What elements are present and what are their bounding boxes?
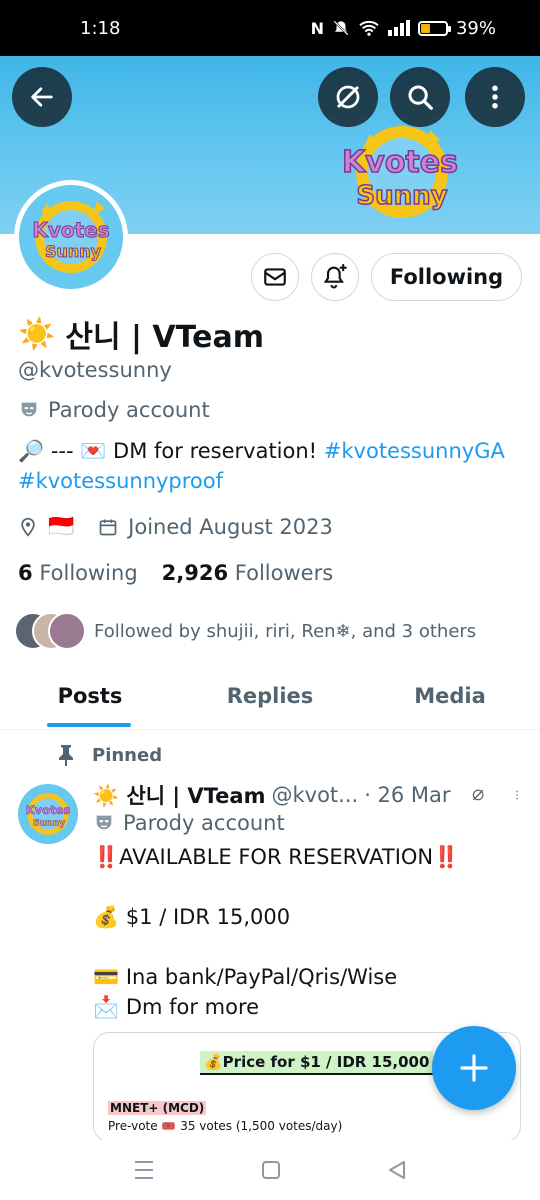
following-label: Following	[39, 561, 138, 585]
mail-icon	[264, 268, 286, 286]
nfc-icon: N	[310, 18, 324, 38]
card-price-title: 💰Price for $1 / IDR 15,000	[200, 1051, 434, 1075]
grok-icon	[336, 85, 360, 109]
grok-icon[interactable]	[471, 782, 485, 808]
tab-indicator	[47, 723, 131, 727]
avatar-logo-text-2: Sunny	[45, 242, 102, 261]
plus-icon	[460, 1054, 488, 1082]
tweet-parody-label: Parody account	[93, 811, 285, 835]
grok-button[interactable]	[318, 67, 378, 127]
profile-bio: 🔎 --- 💌 DM for reservation! #kvotessunny…	[18, 436, 528, 496]
tweet-author-name[interactable]: ☀️ 산니 | VTeam	[93, 780, 265, 810]
back-icon[interactable]	[386, 1159, 408, 1181]
back-button[interactable]	[12, 67, 72, 127]
follower-avatars	[14, 612, 86, 650]
tweet-line	[93, 932, 459, 962]
following-count: 6	[18, 561, 33, 585]
back-arrow-icon	[31, 87, 53, 107]
battery-percent: 39%	[455, 17, 496, 39]
followers-count: 2,926	[161, 561, 229, 585]
tab-media[interactable]: Media	[360, 668, 540, 729]
tweet-author-handle[interactable]: @kvot...	[271, 783, 358, 807]
followed-by[interactable]: Followed by shujii, riri, Ren❄, and 3 ot…	[14, 612, 476, 650]
notify-button[interactable]	[311, 253, 359, 301]
followers-label: Followers	[234, 561, 334, 585]
profile-name: ☀️ 산니 | VTeam	[18, 312, 264, 356]
parody-label: Parody account	[18, 398, 210, 422]
bell-plus-icon	[323, 264, 347, 289]
followers-link[interactable]: 2,926 Followers	[162, 561, 334, 585]
tab-posts[interactable]: Posts	[0, 668, 180, 729]
tweet-line: 💰 $1 / IDR 15,000	[93, 905, 291, 929]
mute-icon	[333, 20, 349, 36]
tweet-header: ☀️ 산니 | VTeam @kvot... · 26 Mar	[93, 780, 523, 810]
tweet-avatar[interactable]: Kvotes Sunny	[18, 784, 78, 844]
parody-text: Parody account	[48, 398, 210, 422]
signal-icon	[387, 20, 410, 36]
card-pre-vote: Pre-vote 🎟️ 35 votes (1,500 votes/day)	[108, 1119, 343, 1133]
status-time: 1:18	[80, 17, 121, 39]
bio-text: 🔎 --- 💌 DM for reservation!	[18, 439, 324, 463]
following-button[interactable]: Following	[371, 253, 522, 301]
profile-meta: 🇮🇩 Joined August 2023	[18, 514, 333, 539]
followed-by-text: Followed by shujii, riri, Ren❄, and 3 ot…	[94, 620, 477, 642]
tweet-avatar-text-1: Kvotes	[26, 803, 71, 817]
banner-logo-text-2: Sunny	[356, 181, 447, 211]
tweet-line: 📩 Dm for more	[93, 995, 260, 1019]
more-vertical-icon[interactable]	[511, 784, 523, 806]
avatar-image: Kvotes Sunny	[19, 185, 123, 289]
tweet-parody-text: Parody account	[123, 811, 285, 835]
wifi-icon	[359, 20, 379, 36]
home-icon[interactable]	[260, 1159, 282, 1181]
status-bar: 1:18 N 39%	[0, 0, 540, 56]
mask-icon	[21, 402, 37, 417]
status-icons: N 39%	[311, 18, 496, 39]
battery-icon	[417, 20, 451, 36]
tab-label: Media	[414, 684, 486, 708]
recents-icon[interactable]	[132, 1159, 156, 1181]
joined-date: Joined August 2023	[128, 514, 333, 539]
hashtag-link[interactable]: #kvotessunnyGA	[324, 439, 505, 463]
tab-label: Posts	[57, 684, 123, 708]
tweet-avatar-text-2: Sunny	[33, 818, 65, 829]
compose-button[interactable]	[432, 1026, 516, 1110]
more-vertical-icon	[492, 85, 498, 109]
more-options-button[interactable]	[465, 67, 525, 127]
tweet-line	[93, 872, 459, 902]
pin-icon	[59, 745, 73, 766]
pinned-text: Pinned	[92, 744, 163, 766]
pinned-label: Pinned	[56, 744, 162, 766]
tweet-line: ‼️AVAILABLE FOR RESERVATION‼️	[93, 845, 460, 869]
display-name: 산니 | VTeam	[65, 320, 264, 355]
calendar-icon	[99, 519, 117, 535]
banner-logo-text-1: Kvotes	[342, 145, 458, 180]
banner-logo: Kvotes Sunny	[341, 126, 459, 218]
message-button[interactable]	[251, 253, 299, 301]
location-flag: 🇮🇩	[48, 514, 75, 538]
tweet-body[interactable]: ‼️AVAILABLE FOR RESERVATION‼️ 💰 $1 / IDR…	[93, 842, 459, 1022]
search-button[interactable]	[390, 67, 450, 127]
tweet-line: 💳 Ina bank/PayPal/Qris/Wise	[93, 965, 398, 989]
tab-label: Replies	[226, 684, 314, 708]
follow-stats: 6 Following 2,926 Followers	[18, 561, 333, 585]
profile-tabs: Posts Replies Media	[0, 668, 540, 730]
search-icon	[408, 85, 433, 110]
avatar-logo-text-1: Kvotes	[32, 218, 109, 242]
profile-avatar[interactable]: Kvotes Sunny	[14, 180, 128, 294]
tweet-date[interactable]: · 26 Mar	[364, 783, 450, 807]
hashtag-link[interactable]: #kvotessunnyproof	[18, 469, 223, 493]
follower-avatar	[48, 612, 86, 650]
profile-handle: @kvotessunny	[18, 358, 172, 382]
tab-replies[interactable]: Replies	[180, 668, 360, 729]
sun-emoji: ☀️	[18, 316, 56, 352]
location-icon	[21, 517, 35, 537]
card-section: MNET+ (MCD)	[108, 1101, 207, 1115]
system-nav-bar	[0, 1140, 540, 1200]
following-link[interactable]: 6 Following	[18, 561, 138, 585]
mask-icon	[96, 815, 112, 830]
